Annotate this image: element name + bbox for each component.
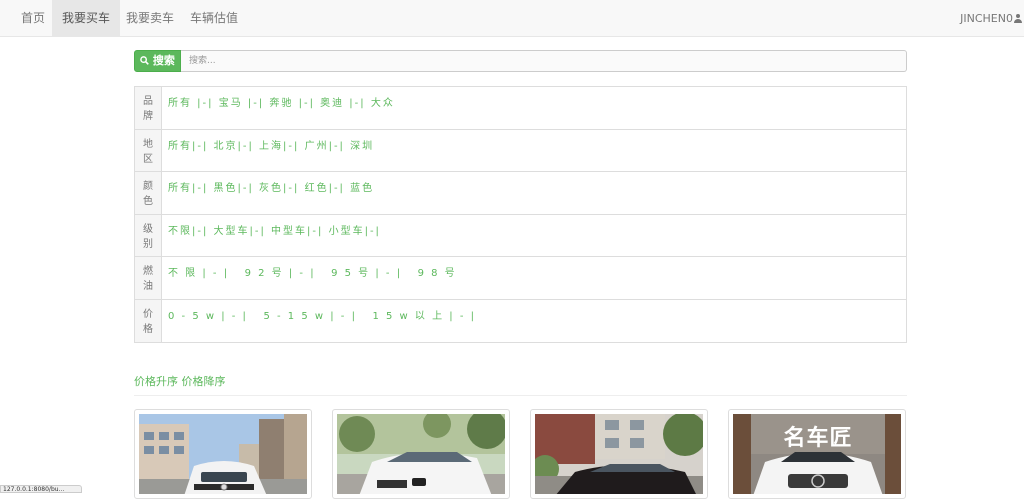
search-button[interactable]: 搜索: [134, 50, 181, 72]
divider: [134, 395, 907, 396]
nav-buy-car[interactable]: 我要买车: [52, 0, 121, 37]
filter-options-brand[interactable]: 所有 |-| 宝马 |-| 奔驰 |-| 奥迪 |-| 大众: [168, 94, 395, 109]
filter-row-color: 颜色 所有|-| 黑色|-| 灰色|-| 红色|-| 蓝色: [135, 172, 906, 215]
search-button-label: 搜索: [152, 54, 175, 67]
user-icon: [1014, 14, 1022, 23]
filter-options-price[interactable]: 0 - 5 w | - | 5 - 1 5 w | - | 1 5 w 以 上 …: [168, 307, 476, 322]
filter-label-price: 价格: [135, 299, 162, 342]
filter-options-fuel[interactable]: 不 限 | - | 9 2 号 | - | 9 5 号 | - | 9 8 号: [168, 264, 457, 279]
filter-row-fuel: 燃油 不 限 | - | 9 2 号 | - | 9 5 号 | - | 9 8…: [135, 257, 906, 300]
car-card-1[interactable]: [134, 409, 312, 499]
search-bar: 搜索: [134, 50, 907, 72]
user-menu[interactable]: JINCHEN0: [960, 0, 1024, 37]
sort-price-desc-link[interactable]: 价格降序: [182, 375, 226, 388]
filter-label-class: 级别: [135, 214, 162, 256]
filter-row-price: 价格 0 - 5 w | - | 5 - 1 5 w | - | 1 5 w 以…: [135, 299, 906, 342]
nav-car-valuation[interactable]: 车辆估值: [180, 0, 248, 37]
filter-options-class[interactable]: 不限|-| 大型车|-| 中型车|-| 小型车|-|: [168, 222, 381, 237]
filter-table: 品牌 所有 |-| 宝马 |-| 奔驰 |-| 奥迪 |-| 大众 地区 所有|…: [134, 86, 907, 343]
search-input[interactable]: [181, 50, 907, 72]
car-photo-black-sedan: [535, 414, 703, 494]
sort-price-asc-link[interactable]: 价格升序: [134, 375, 178, 388]
car-card-4[interactable]: 名车匠: [728, 409, 906, 499]
nav-sell-car[interactable]: 我要卖车: [116, 0, 184, 37]
filter-label-fuel: 燃油: [135, 257, 162, 299]
nav-home[interactable]: 首页: [11, 0, 55, 37]
username: JINCHEN0: [960, 12, 1013, 25]
car-photo-white-mercedes: 名车匠: [733, 414, 901, 494]
top-navbar: 首页 我要买车 我要卖车 车辆估值 JINCHEN0: [0, 0, 1024, 37]
search-icon: [140, 56, 149, 65]
browser-status-bar: 127.0.0.1:8080/bu...: [0, 485, 82, 493]
filter-options-color[interactable]: 所有|-| 黑色|-| 灰色|-| 红色|-| 蓝色: [168, 179, 374, 194]
filter-label-color: 颜色: [135, 172, 162, 214]
filter-row-brand: 品牌 所有 |-| 宝马 |-| 奔驰 |-| 奥迪 |-| 大众: [135, 87, 906, 130]
dealer-banner: 名车匠: [783, 426, 853, 451]
sort-links: 价格升序 价格降序: [134, 373, 226, 389]
filter-label-region: 地区: [135, 129, 162, 171]
car-photo-white-bmw: [337, 414, 505, 494]
filter-row-region: 地区 所有|-| 北京|-| 上海|-| 广州|-| 深圳: [135, 129, 906, 172]
car-card-2[interactable]: [332, 409, 510, 499]
car-card-3[interactable]: [530, 409, 708, 499]
filter-label-brand: 品牌: [135, 87, 162, 129]
car-photo-white-volkswagen: [139, 414, 307, 494]
filter-row-class: 级别 不限|-| 大型车|-| 中型车|-| 小型车|-|: [135, 214, 906, 257]
filter-options-region[interactable]: 所有|-| 北京|-| 上海|-| 广州|-| 深圳: [168, 137, 374, 152]
